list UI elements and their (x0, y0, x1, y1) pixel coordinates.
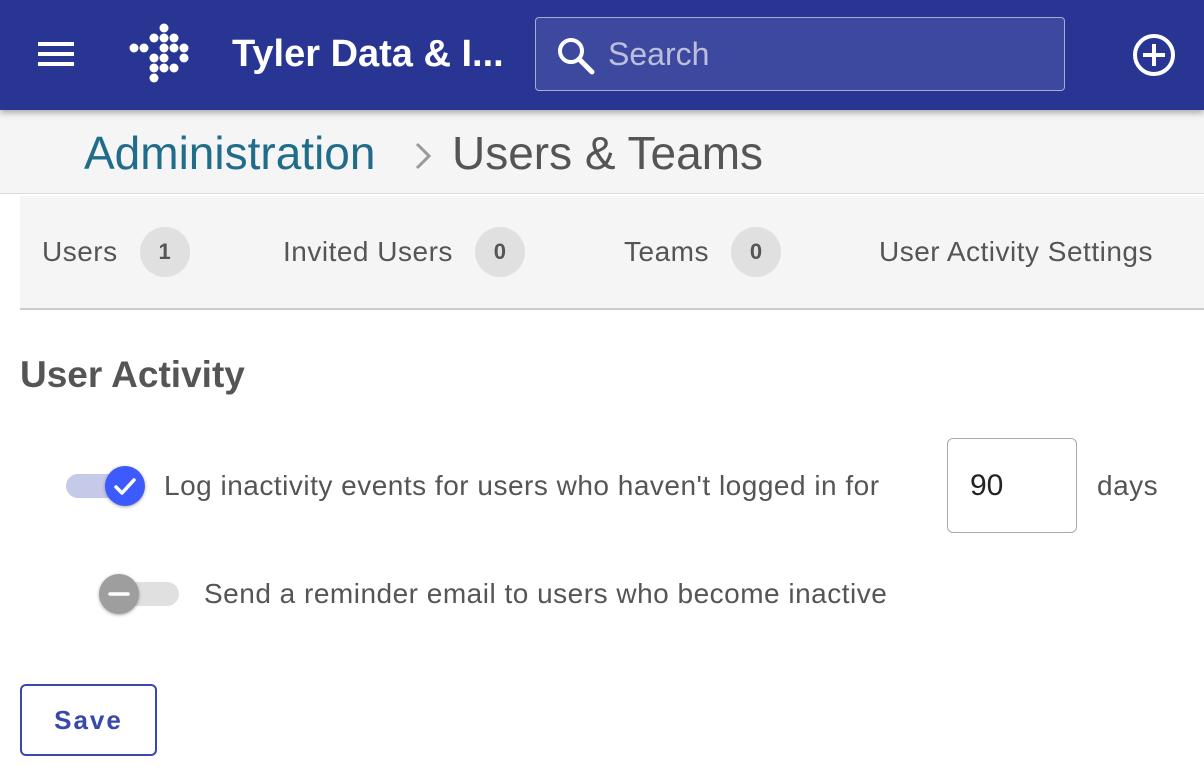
days-unit-label: days (1097, 470, 1159, 501)
tab-bar: Users 1 Invited Users 0 Teams 0 User Act… (20, 196, 1204, 310)
tab-users[interactable]: Users 1 (42, 196, 190, 308)
save-button[interactable]: Save (20, 684, 157, 756)
add-circle-icon[interactable] (1130, 31, 1178, 79)
check-icon (114, 478, 136, 495)
reminder-email-toggle[interactable] (99, 574, 179, 614)
breadcrumb-administration-link[interactable]: Administration (84, 124, 375, 182)
tab-invited-users-count-badge: 0 (474, 227, 525, 277)
tab-teams[interactable]: Teams 0 (624, 196, 781, 308)
tab-user-activity-settings-label: User Activity Settings (879, 236, 1153, 267)
reminder-email-label: Send a reminder email to users who becom… (204, 578, 888, 609)
top-app-bar: Tyler Data & I... (0, 0, 1204, 110)
tab-users-label: Users (42, 236, 118, 267)
tab-teams-label: Teams (624, 236, 709, 267)
toggle-thumb-on (105, 466, 145, 506)
inactivity-days-input[interactable] (947, 438, 1077, 533)
search-input[interactable] (608, 28, 1048, 80)
tab-invited-users[interactable]: Invited Users 0 (283, 196, 525, 308)
tab-users-count-badge: 1 (139, 227, 190, 277)
chevron-right-icon (410, 140, 436, 172)
search-box[interactable] (535, 17, 1065, 91)
inactivity-label: Log inactivity events for users who have… (164, 470, 880, 501)
tab-teams-count-badge: 0 (730, 227, 781, 277)
inactivity-toggle[interactable] (66, 466, 146, 506)
tab-user-activity-settings[interactable]: User Activity Settings (879, 196, 1153, 308)
app-title: Tyler Data & I... (232, 33, 504, 75)
toggle-thumb-off (99, 574, 139, 614)
search-icon (556, 36, 596, 76)
tab-invited-users-label: Invited Users (283, 236, 453, 267)
hamburger-menu-icon[interactable] (34, 36, 78, 72)
tyler-logo-icon[interactable] (126, 22, 192, 86)
page-title: Users & Teams (452, 127, 764, 179)
minus-icon (108, 592, 130, 596)
section-title: User Activity (20, 354, 245, 395)
